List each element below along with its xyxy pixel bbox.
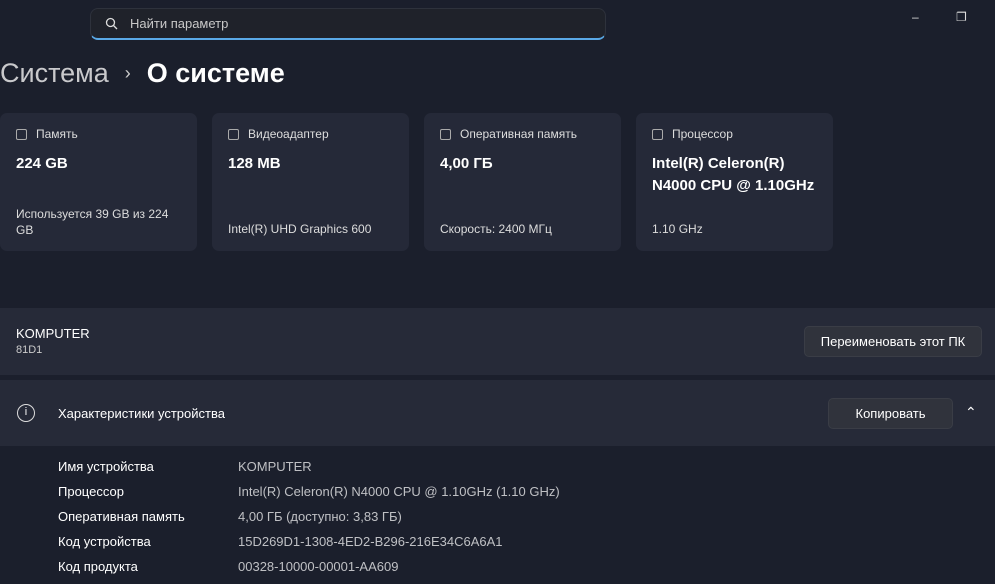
spec-key: Код продукта bbox=[58, 559, 138, 574]
cpu-icon bbox=[652, 128, 663, 140]
spec-row: Код продукта 00328-10000-00001-AA609 bbox=[58, 559, 560, 584]
search-icon bbox=[105, 17, 118, 30]
spec-row: Оперативная память 4,00 ГБ (доступно: 3,8… bbox=[58, 509, 560, 534]
gpu-card[interactable]: Видеоадаптер 128 MB Intel(R) UHD Graphic… bbox=[212, 113, 409, 251]
device-specs-list: Имя устройства KOMPUTER Процессор Intel(R)… bbox=[58, 459, 560, 584]
breadcrumb: Система › О системе bbox=[0, 58, 285, 89]
minimize-button[interactable]: – bbox=[912, 10, 919, 24]
search-input[interactable]: Найти параметр bbox=[90, 8, 606, 40]
card-sub: Intel(R) UHD Graphics 600 bbox=[228, 222, 372, 236]
spec-row: Имя устройства KOMPUTER bbox=[58, 459, 560, 484]
spec-row: Процессор Intel(R) Celeron(R) N4000 CPU @… bbox=[58, 484, 560, 509]
storage-card[interactable]: Память 224 GB Используется 39 GB из 224 … bbox=[0, 113, 197, 251]
card-value: Intel(R) Celeron(R) N4000 CPU @ 1.10GHz bbox=[652, 155, 815, 194]
cpu-card[interactable]: Процессор Intel(R) Celeron(R) N4000 CPU … bbox=[636, 113, 833, 251]
spec-key: Процессор bbox=[58, 484, 124, 499]
search-placeholder: Найти параметр bbox=[130, 16, 229, 31]
rename-pc-button[interactable]: Переименовать этот ПК bbox=[804, 326, 982, 357]
card-title: Процессор bbox=[672, 127, 733, 141]
chevron-up-icon[interactable]: ⌃ bbox=[965, 404, 977, 421]
info-icon: i bbox=[17, 404, 35, 422]
card-value: 4,00 ГБ bbox=[440, 155, 493, 172]
spec-value: 4,00 ГБ (доступно: 3,83 ГБ) bbox=[238, 509, 402, 524]
card-value: 128 MB bbox=[228, 155, 281, 172]
breadcrumb-parent[interactable]: Система bbox=[0, 58, 109, 89]
card-title: Видеоадаптер bbox=[248, 127, 329, 141]
chevron-right-icon: › bbox=[124, 63, 131, 83]
card-value: 224 GB bbox=[16, 155, 68, 172]
restore-button[interactable]: ❐ bbox=[956, 10, 967, 24]
card-sub: Используется 39 GB из 224 GB bbox=[16, 207, 169, 237]
card-title: Оперативная память bbox=[460, 127, 577, 141]
card-title: Память bbox=[36, 127, 78, 141]
ram-icon bbox=[440, 128, 451, 140]
spec-row: Код устройства 15D269D1-1308-4ED2-B296-21… bbox=[58, 534, 560, 559]
page-title: О системе bbox=[146, 58, 285, 88]
spec-key: Имя устройства bbox=[58, 459, 154, 474]
spec-key: Оперативная память bbox=[58, 509, 185, 524]
ram-card[interactable]: Оперативная память 4,00 ГБ Скорость: 240… bbox=[424, 113, 621, 251]
gpu-icon bbox=[228, 128, 239, 140]
spec-key: Код устройства bbox=[58, 534, 151, 549]
section-title: Характеристики устройства bbox=[58, 406, 225, 421]
device-specs-header[interactable]: i Характеристики устройства Копировать ⌃ bbox=[0, 380, 995, 446]
spec-value: 15D269D1-1308-4ED2-B296-216E34C6A6A1 bbox=[238, 534, 503, 549]
spec-value: Intel(R) Celeron(R) N4000 CPU @ 1.10GHz … bbox=[238, 484, 560, 499]
copy-button[interactable]: Копировать bbox=[828, 398, 953, 429]
pc-name-row: KOMPUTER 81D1 Переименовать этот ПК bbox=[0, 308, 995, 375]
spec-value: KOMPUTER bbox=[238, 459, 312, 474]
spec-value: 00328-10000-00001-AA609 bbox=[238, 559, 399, 574]
card-sub: Скорость: 2400 МГц bbox=[440, 222, 552, 236]
card-sub: 1.10 GHz bbox=[652, 222, 703, 236]
storage-icon bbox=[16, 128, 27, 140]
